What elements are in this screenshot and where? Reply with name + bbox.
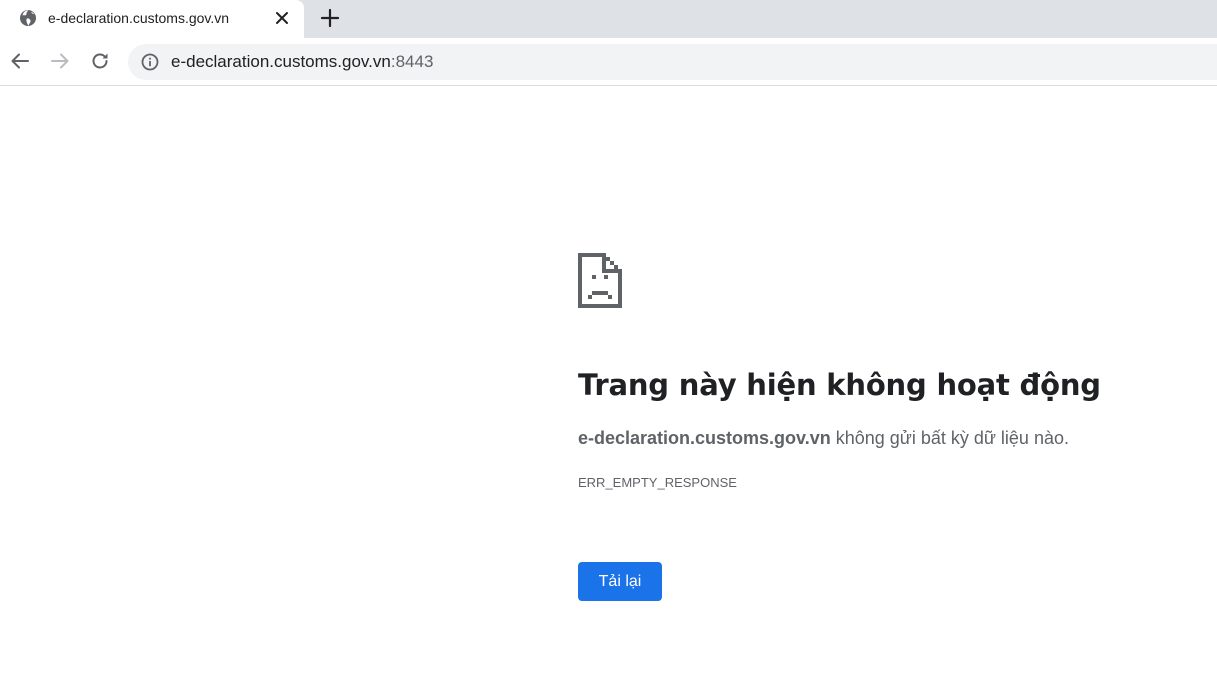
error-title: Trang này hiện không hoạt động [578,368,1101,402]
browser-tab[interactable]: e-declaration.customs.gov.vn [0,0,304,38]
error-code: ERR_EMPTY_RESPONSE [578,475,737,490]
url-text[interactable]: e-declaration.customs.gov.vn:8443 [171,52,433,72]
url-host: e-declaration.customs.gov.vn [171,52,391,71]
address-bar[interactable]: e-declaration.customs.gov.vn:8443 [128,44,1217,80]
reload-button[interactable]: Tải lại [578,562,662,601]
globe-icon [20,10,36,26]
tab-strip: e-declaration.customs.gov.vn [0,0,1217,38]
close-icon[interactable] [273,9,291,27]
reload-icon[interactable] [89,50,111,72]
error-host: e-declaration.customs.gov.vn [578,428,831,448]
plus-icon[interactable] [319,7,341,29]
url-port: :8443 [390,52,434,71]
arrow-left-icon[interactable] [9,50,31,72]
browser-toolbar: e-declaration.customs.gov.vn:8443 [0,38,1217,86]
error-description: e-declaration.customs.gov.vn không gửi b… [578,428,1069,449]
info-icon[interactable] [140,52,160,72]
tab-title: e-declaration.customs.gov.vn [48,10,230,26]
sad-page-icon [578,253,622,308]
error-description-text: không gửi bất kỳ dữ liệu nào. [830,428,1069,448]
arrow-right-icon[interactable] [49,50,71,72]
